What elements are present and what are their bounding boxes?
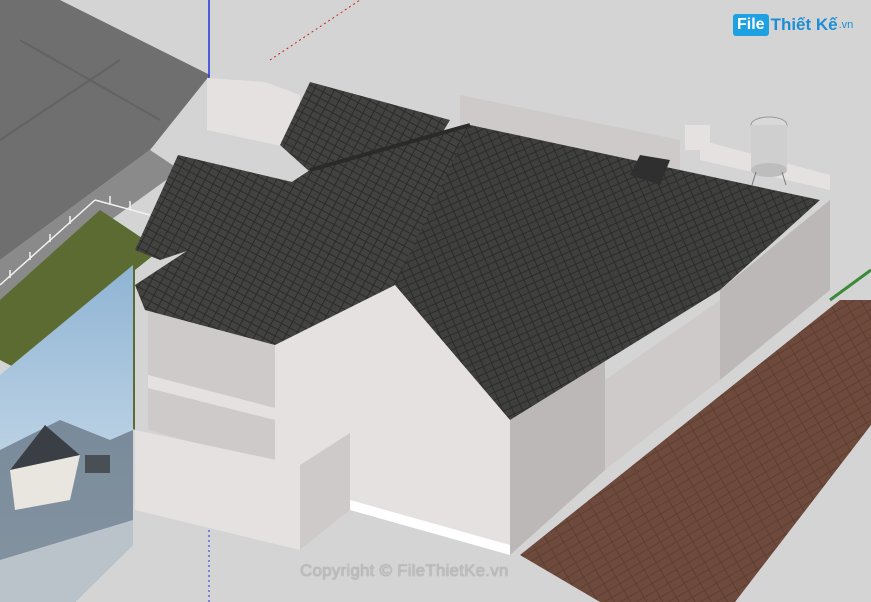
logo-text: Thiết Kế xyxy=(770,15,838,34)
copyright-watermark: Copyright © FileThietKe.vn xyxy=(300,561,509,580)
water-tank-icon xyxy=(750,116,788,186)
logo-tld: .vn xyxy=(838,19,854,31)
site-logo: File Thiết Kế .vn xyxy=(733,12,853,38)
logo-box: File xyxy=(733,14,769,36)
paving-edge xyxy=(829,268,871,302)
3d-model-scene[interactable] xyxy=(0,0,871,602)
sketchup-viewport[interactable]: File Thiết Kế .vn Copyright © FileThietK… xyxy=(0,0,871,602)
axis-red-dotted xyxy=(269,0,361,61)
